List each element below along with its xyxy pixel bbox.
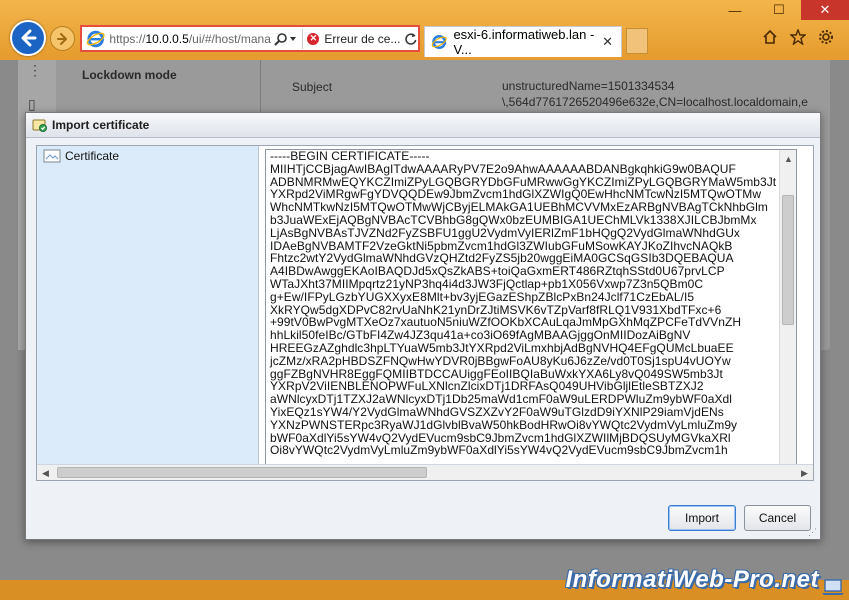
laptop-icon — [822, 579, 844, 595]
network-icon: ⋮ — [28, 62, 42, 78]
scroll-up-icon[interactable]: ▲ — [780, 150, 796, 167]
toolbar-icons — [761, 28, 835, 46]
horizontal-scroll-thumb[interactable] — [57, 467, 427, 478]
certificate-textarea[interactable]: -----BEGIN CERTIFICATE----- MIIHTjCCBjag… — [265, 149, 797, 478]
horizontal-scrollbar[interactable]: ◀ ▶ — [37, 464, 813, 480]
address-url: https://10.0.0.5/ui/#/host/mana — [109, 32, 272, 46]
dropdown-icon[interactable] — [288, 34, 298, 44]
address-tools — [274, 32, 298, 46]
dialog-title: Import certificate — [52, 118, 150, 132]
subject-value-line1: unstructuredName=1501334534 — [502, 79, 675, 93]
tab-close-icon[interactable]: ✕ — [602, 34, 613, 50]
window-controls: — ☐ ✕ — [713, 0, 849, 20]
star-icon[interactable] — [789, 28, 807, 46]
import-button[interactable]: Import — [668, 505, 736, 531]
vertical-scrollbar[interactable]: ▲ ▼ — [779, 150, 796, 477]
certificate-text[interactable]: -----BEGIN CERTIFICATE----- MIIHTjCCBjag… — [266, 150, 780, 477]
maximize-icon[interactable]: ☐ — [757, 0, 801, 20]
browser-chrome: https://10.0.0.5/ui/#/host/mana ✕ Erreur… — [0, 0, 849, 60]
address-bar[interactable]: https://10.0.0.5/ui/#/host/mana ✕ Erreur… — [80, 25, 420, 52]
subject-label: Subject — [292, 80, 333, 94]
forward-button[interactable] — [50, 26, 75, 51]
dialog-body: Certificate -----BEGIN CERTIFICATE----- … — [36, 145, 814, 481]
certificate-error-badge[interactable]: ✕ Erreur de ce... — [307, 32, 400, 46]
cancel-button[interactable]: Cancel — [744, 505, 811, 531]
url-scheme: https:// — [109, 31, 146, 46]
minimize-icon[interactable]: — — [713, 0, 757, 20]
new-tab-button[interactable] — [626, 28, 648, 54]
search-icon[interactable] — [274, 32, 288, 46]
browser-tab[interactable]: esxi-6.informatiweb.lan - V... ✕ — [424, 26, 622, 57]
subject-value: unstructuredName=1501334534 \,564d776172… — [502, 78, 812, 110]
url-host: 10.0.0.5 — [145, 31, 189, 46]
resize-grip-icon[interactable]: ⋰ — [808, 527, 818, 537]
dialog-title-bar[interactable]: Import certificate — [26, 113, 820, 138]
watermark: InformatiWeb-Pro.net — [565, 566, 819, 593]
tab-title: esxi-6.informatiweb.lan - V... — [453, 27, 595, 57]
home-icon[interactable] — [761, 28, 779, 46]
cert-error-icon: ✕ — [307, 32, 320, 45]
ie-logo-icon — [86, 30, 105, 47]
tree-item-certificate[interactable]: Certificate — [43, 149, 119, 163]
tree-item-label: Certificate — [65, 149, 120, 163]
vertical-scroll-thumb[interactable] — [782, 195, 794, 325]
scroll-right-icon[interactable]: ▶ — [796, 465, 813, 481]
cert-error-label: Erreur de ce... — [324, 31, 401, 46]
close-icon[interactable]: ✕ — [801, 0, 849, 20]
subject-value-line2: \,564d7761726520496e632e,CN=localhost.lo… — [502, 95, 808, 109]
back-button[interactable] — [10, 20, 46, 56]
section-tree: Certificate — [37, 146, 259, 480]
url-path: /ui/#/host/mana — [188, 31, 271, 46]
lockdown-mode-label: Lockdown mode — [82, 68, 177, 82]
back-arrow-icon — [21, 29, 37, 47]
ie-logo-icon — [431, 35, 447, 49]
document-icon — [43, 149, 61, 163]
refresh-icon[interactable] — [404, 32, 418, 46]
import-certificate-dialog: Import certificate Certificate -----BEGI… — [25, 112, 821, 540]
certificate-icon — [32, 119, 47, 132]
forward-arrow-icon — [56, 32, 67, 45]
gear-icon[interactable] — [817, 28, 835, 46]
column-divider — [260, 60, 261, 120]
scroll-left-icon[interactable]: ◀ — [37, 465, 54, 481]
address-separator — [302, 28, 304, 49]
